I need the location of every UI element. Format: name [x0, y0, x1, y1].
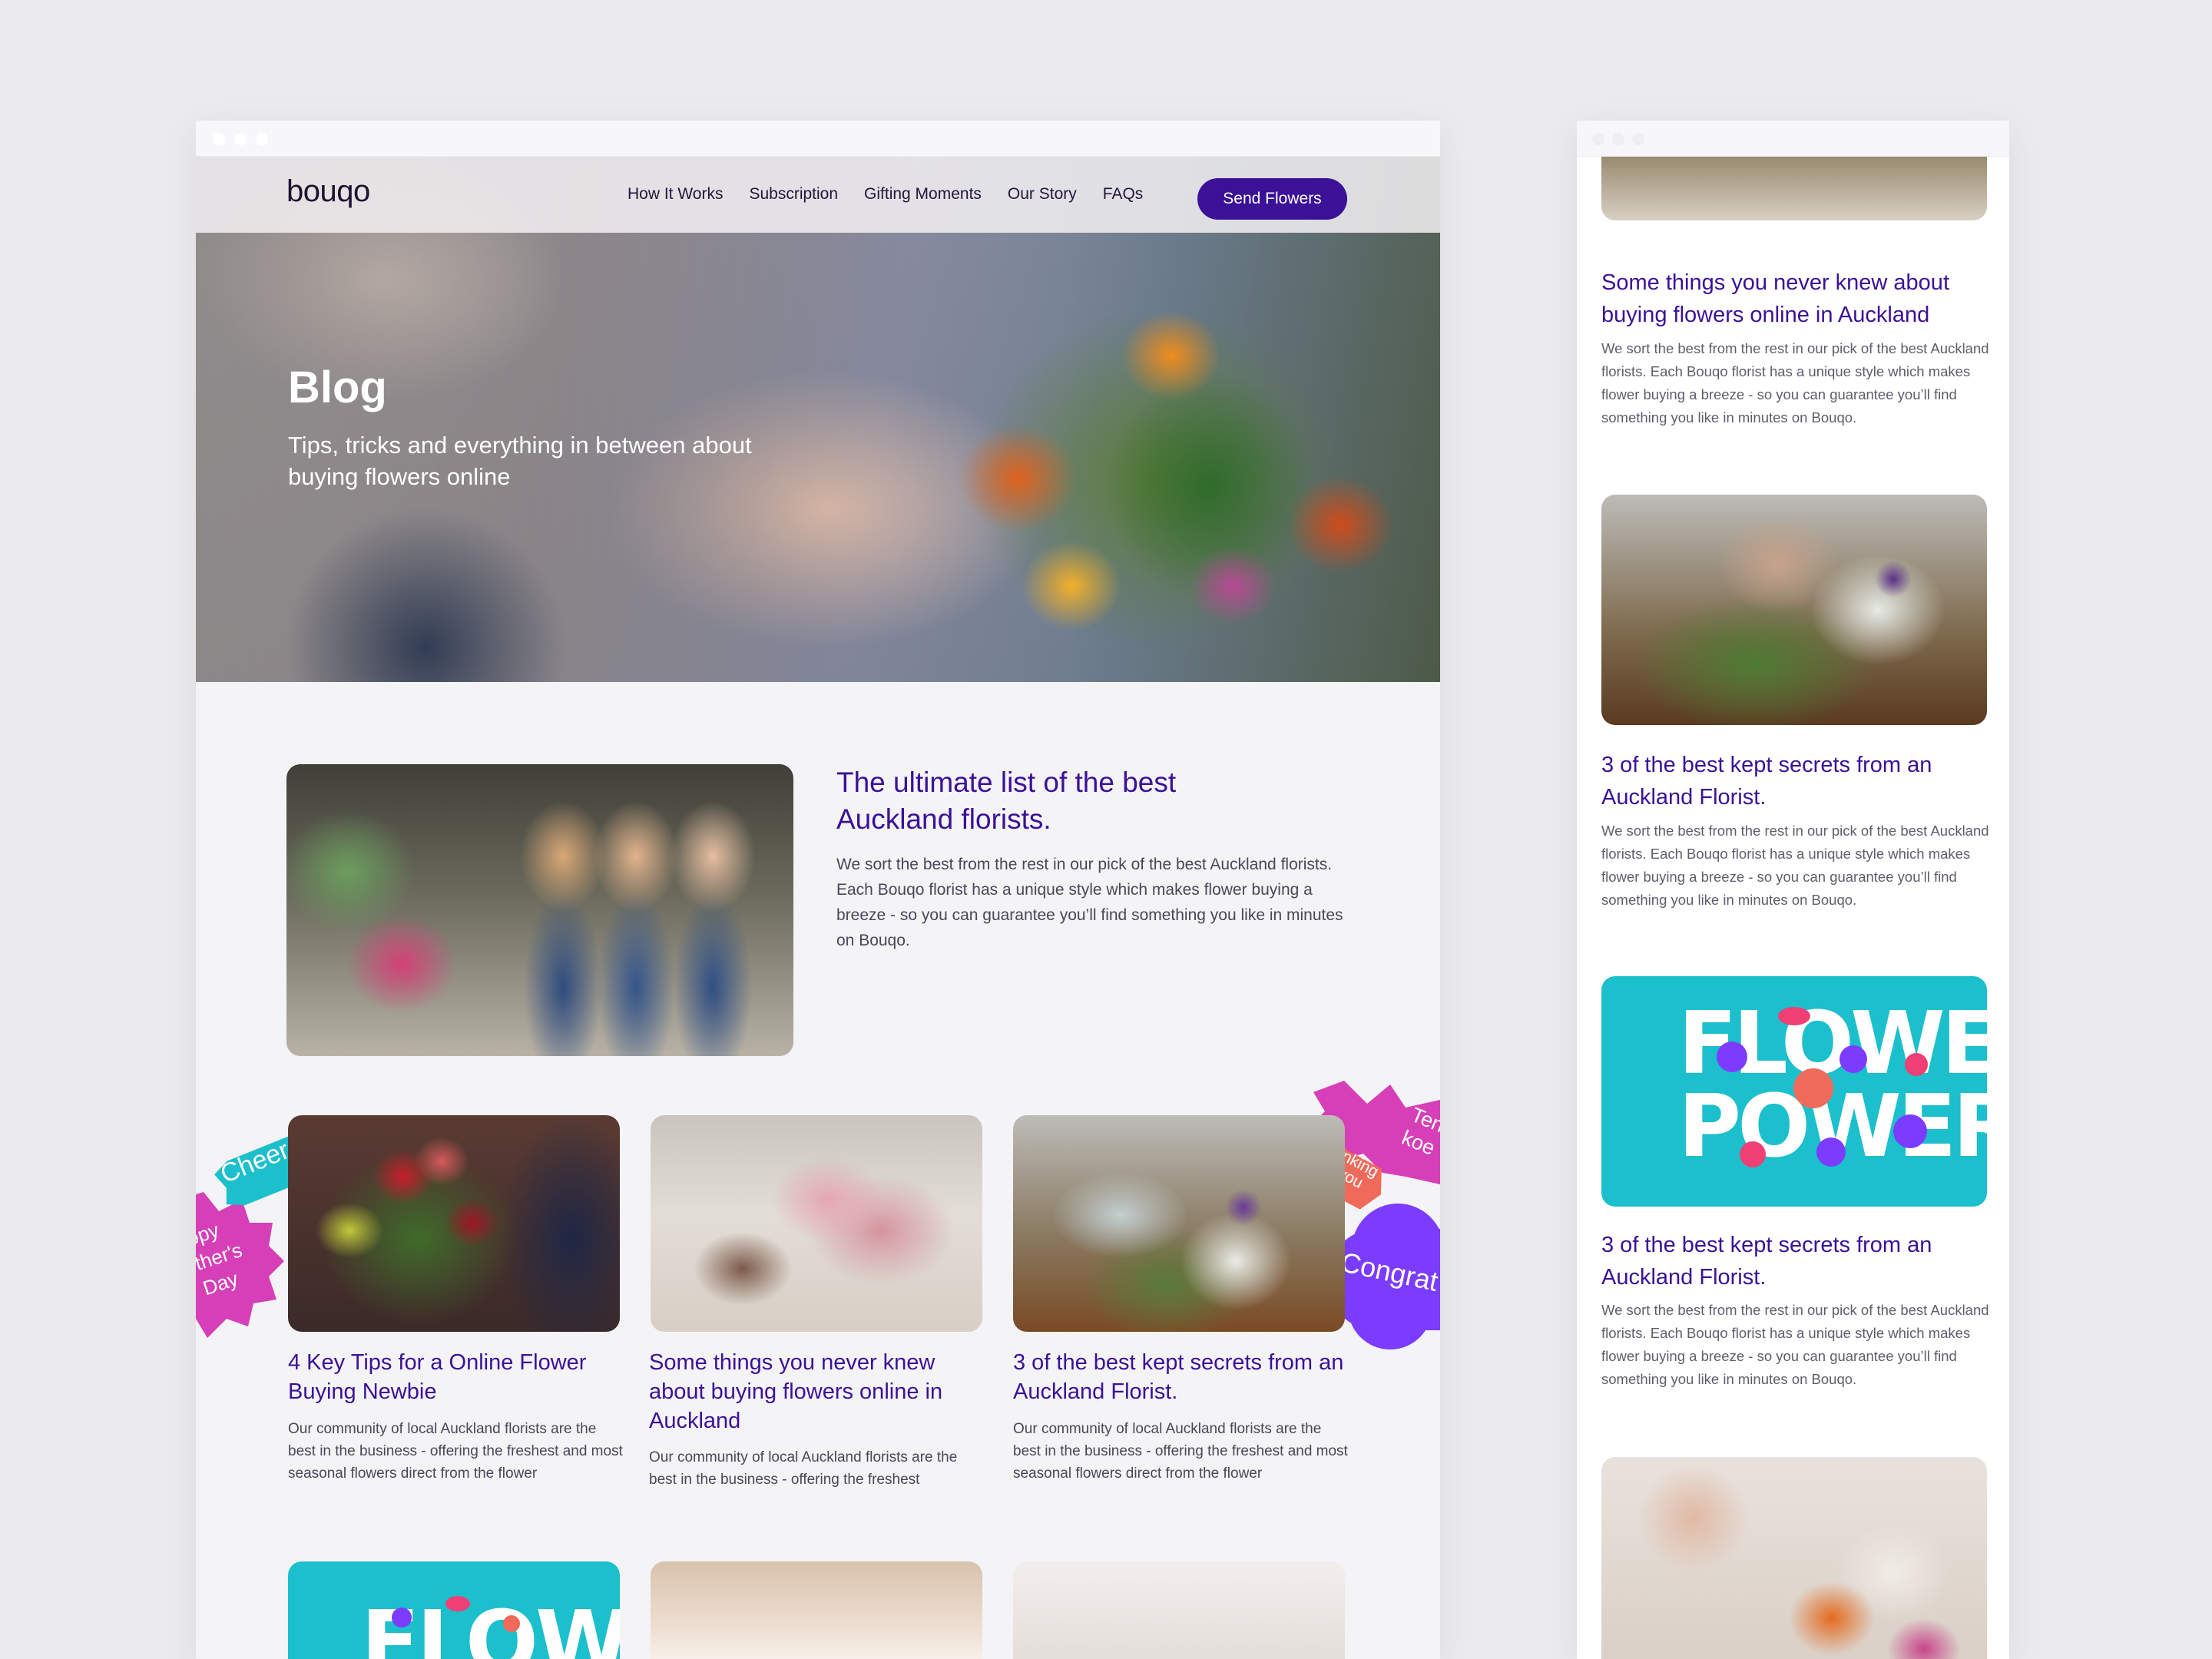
- post-card-image[interactable]: [1013, 1561, 1345, 1659]
- flower-sticker-dot: [1740, 1141, 1766, 1167]
- side-post-title[interactable]: Some things you never knew about buying …: [1601, 267, 1993, 331]
- post-card-image[interactable]: [651, 1561, 982, 1659]
- nav-links: How It Works Subscription Gifting Moment…: [628, 179, 1169, 210]
- window-dot-icon[interactable]: [1612, 133, 1624, 145]
- post-card-title[interactable]: 4 Key Tips for a Online Flower Buying Ne…: [288, 1348, 626, 1406]
- side-post-title[interactable]: 3 of the best kept secrets from an Auckl…: [1601, 749, 1993, 813]
- nav-link-gifting-moments[interactable]: Gifting Moments: [864, 179, 982, 210]
- window-dot-icon[interactable]: [234, 133, 247, 145]
- hero-image: Blog Tips, tricks and everything in betw…: [196, 156, 1440, 682]
- side-post-title[interactable]: 3 of the best kept secrets from an Auckl…: [1601, 1229, 1993, 1293]
- window-dot-icon[interactable]: [256, 133, 268, 145]
- post-card-image[interactable]: [1013, 1115, 1345, 1332]
- post-card-excerpt: Our community of local Auckland florists…: [649, 1449, 958, 1488]
- top-navigation: bouqo How It Works Subscription Gifting …: [196, 156, 1440, 233]
- window-dot-icon[interactable]: [213, 133, 225, 145]
- window-titlebar: [196, 121, 1440, 157]
- flower-sticker-dot: [445, 1596, 470, 1611]
- flower-sticker-dot: [1778, 1007, 1810, 1025]
- featured-post-title[interactable]: The ultimate list of the best Auckland f…: [836, 764, 1267, 838]
- side-post-excerpt: We sort the best from the rest in our pi…: [1601, 1302, 1989, 1387]
- flower-sticker-dot: [503, 1615, 520, 1632]
- nav-link-subscription[interactable]: Subscription: [749, 179, 838, 210]
- side-post-excerpt: We sort the best from the rest in our pi…: [1601, 823, 1989, 908]
- featured-post-excerpt: We sort the best from the rest in our pi…: [836, 856, 1343, 949]
- post-card-image[interactable]: [288, 1115, 620, 1332]
- page-title: Blog: [288, 363, 387, 412]
- post-card-title[interactable]: Some things you never knew about buying …: [649, 1348, 987, 1435]
- flower-sticker-dot: [1717, 1041, 1747, 1072]
- nav-link-faqs[interactable]: FAQs: [1103, 179, 1144, 210]
- flower-sticker-dot: [1893, 1114, 1927, 1148]
- send-flowers-button[interactable]: Send Flowers: [1197, 178, 1347, 220]
- nav-link-how-it-works[interactable]: How It Works: [628, 179, 723, 210]
- post-image[interactable]: [1601, 495, 1987, 725]
- flower-sticker-dot: [1905, 1053, 1928, 1076]
- flower-sticker-dot: [1793, 1068, 1833, 1108]
- window-dot-icon[interactable]: [1632, 133, 1644, 145]
- post-card-title[interactable]: 3 of the best kept secrets from an Auckl…: [1013, 1348, 1351, 1406]
- page-subtitle: Tips, tricks and everything in between a…: [288, 432, 752, 490]
- main-browser-window: Blog Tips, tricks and everything in betw…: [196, 121, 1440, 1659]
- post-image[interactable]: FLOWER POWER: [1601, 976, 1987, 1207]
- post-card-image[interactable]: [651, 1115, 982, 1332]
- post-card-excerpt: Our community of local Auckland florists…: [1013, 1421, 1348, 1482]
- post-card-image[interactable]: FLOWER: [288, 1561, 620, 1659]
- side-browser-window: Some things you never knew about buying …: [1577, 121, 2009, 1659]
- window-dot-icon[interactable]: [1592, 133, 1604, 145]
- flower-sticker-dot: [1816, 1137, 1846, 1167]
- flower-sticker-dot: [1839, 1045, 1867, 1073]
- window-titlebar: [1577, 121, 2009, 157]
- side-post-excerpt: We sort the best from the rest in our pi…: [1601, 340, 1989, 426]
- bouqo-logo[interactable]: bouqo: [286, 174, 370, 209]
- hero-overlay: [196, 156, 1440, 682]
- post-image[interactable]: [1601, 1457, 1987, 1659]
- flower-sticker-dot: [392, 1608, 412, 1628]
- post-card-excerpt: Our community of local Auckland florists…: [288, 1421, 623, 1482]
- featured-post-image[interactable]: [286, 764, 793, 1056]
- nav-link-our-story[interactable]: Our Story: [1008, 179, 1077, 210]
